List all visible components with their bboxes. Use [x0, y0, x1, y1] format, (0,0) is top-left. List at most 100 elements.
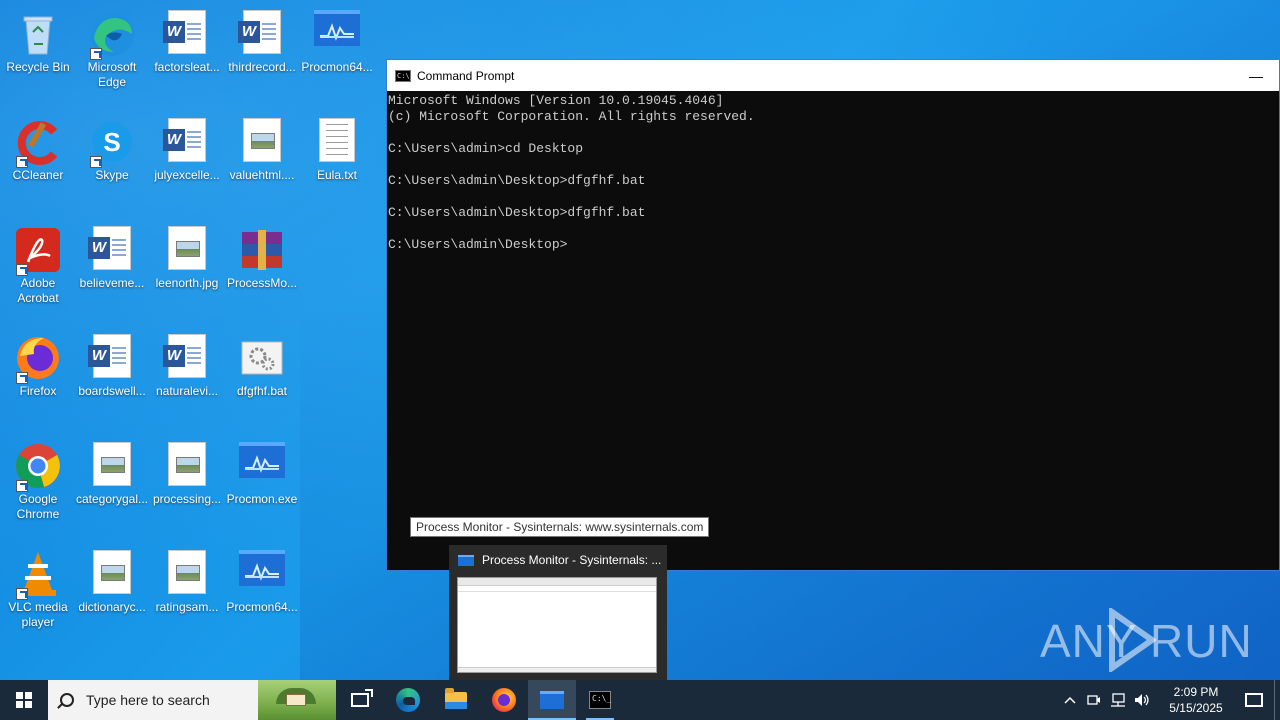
process-monitor-icon — [238, 442, 286, 490]
desktop-icon[interactable]: Wfactorsleat... — [149, 4, 225, 104]
desktop-icon[interactable]: ratingsam... — [149, 544, 225, 644]
clock-time: 2:09 PM — [1173, 685, 1219, 699]
desktop-icon[interactable]: leenorth.jpg — [149, 220, 225, 320]
desktop-icon[interactable]: Firefox — [0, 328, 76, 428]
desktop-icon-label: Eula.txt — [316, 168, 358, 182]
shortcut-arrow-icon — [16, 264, 28, 276]
word-document-icon: W — [163, 118, 211, 166]
action-center-button[interactable] — [1234, 680, 1274, 720]
desktop-icon[interactable]: dfgfhf.bat — [224, 328, 300, 428]
volume-icon[interactable] — [1130, 680, 1154, 720]
desktop-icon-label: leenorth.jpg — [155, 276, 219, 290]
desktop-icon[interactable]: Wthirdrecord... — [224, 4, 300, 104]
command-prompt-window[interactable]: C:\_ Command Prompt — Microsoft Windows … — [386, 59, 1280, 571]
desktop-icon[interactable]: processing... — [149, 436, 225, 536]
minimize-button[interactable]: — — [1233, 60, 1279, 91]
desktop-icon[interactable]: S Skype — [74, 112, 150, 212]
word-document-icon: W — [163, 10, 211, 58]
taskbar-cmd-button[interactable]: C:\_ — [576, 680, 624, 720]
taskbar-search-box[interactable]: Type here to search — [48, 680, 336, 720]
shortcut-arrow-icon — [16, 588, 28, 600]
cmd-window-title: Command Prompt — [417, 68, 515, 83]
desktop-icon[interactable]: categorygal... — [74, 436, 150, 536]
adobe-acrobat-icon — [14, 226, 62, 276]
start-button[interactable] — [0, 680, 48, 720]
cmd-title-bar[interactable]: C:\_ Command Prompt — — [387, 60, 1279, 91]
image-file-icon — [163, 550, 211, 598]
shortcut-arrow-icon — [16, 372, 28, 384]
preview-column-header — [458, 586, 656, 592]
taskbar: Type here to search C:\_ 2:09 PM 5/15/20… — [0, 680, 1280, 720]
search-highlight-image — [258, 680, 336, 720]
desktop-icon-label: ProcessMo... — [226, 276, 298, 290]
console-line: (c) Microsoft Corporation. All rights re… — [388, 109, 755, 124]
desktop-icon[interactable]: VLC media player — [0, 544, 76, 644]
windows-logo-icon — [16, 692, 32, 708]
preview-toolbar — [458, 578, 656, 586]
desktop-icon-label: Procmon64... — [226, 600, 298, 614]
console-line: Microsoft Windows [Version 10.0.19045.40… — [388, 93, 724, 108]
vlc-cone-icon — [14, 550, 62, 600]
ccleaner-icon — [14, 118, 62, 168]
desktop-icon[interactable]: Google Chrome — [0, 436, 76, 536]
desktop-icon[interactable]: CCleaner — [0, 112, 76, 212]
clock-date: 5/15/2025 — [1169, 701, 1223, 715]
console-output[interactable]: Microsoft Windows [Version 10.0.19045.40… — [387, 91, 1279, 253]
desktop-icon[interactable]: Procmon.exe — [224, 436, 300, 536]
desktop-icon[interactable]: Adobe Acrobat — [0, 220, 76, 320]
taskbar-clock[interactable]: 2:09 PM 5/15/2025 — [1158, 684, 1234, 716]
chevron-up-icon[interactable] — [1058, 680, 1082, 720]
meet-now-icon[interactable] — [1082, 680, 1106, 720]
winrar-archive-icon — [238, 226, 286, 274]
svg-text:S: S — [103, 127, 120, 157]
process-monitor-icon — [540, 691, 564, 709]
cmd-app-icon: C:\_ — [395, 69, 414, 82]
process-monitor-icon — [238, 550, 286, 598]
preview-status-bar — [458, 667, 656, 672]
taskbar-thumbnail-preview[interactable]: Process Monitor - Sysinternals: ... — [449, 545, 667, 680]
desktop-icon[interactable]: ProcessMo... — [224, 220, 300, 320]
watermark-right-text: RUN — [1150, 615, 1253, 667]
desktop-icon-label: Firefox — [19, 384, 57, 398]
desktop-icon[interactable]: Procmon64... — [299, 4, 375, 104]
firefox-icon — [14, 334, 62, 384]
edge-icon — [88, 10, 136, 60]
desktop-icon-label: valuehtml.... — [229, 168, 295, 182]
thumbnail-header: Process Monitor - Sysinternals: ... — [449, 545, 667, 575]
taskbar-file-explorer-button[interactable] — [432, 680, 480, 720]
desktop-icon[interactable]: Eula.txt — [299, 112, 375, 212]
taskbar-firefox-button[interactable] — [480, 680, 528, 720]
desktop-icon[interactable]: Wjulyexcelle... — [149, 112, 225, 212]
desktop-icon-label: Skype — [95, 168, 129, 182]
desktop-icon-label: Procmon64... — [301, 60, 373, 74]
network-icon[interactable] — [1106, 680, 1130, 720]
desktop-icon-label: Recycle Bin — [6, 60, 70, 74]
desktop-icon[interactable]: Wnaturalevi... — [149, 328, 225, 428]
task-view-icon — [351, 689, 373, 707]
desktop-icon[interactable]: Wbelieveme... — [74, 220, 150, 320]
command-prompt-icon: C:\_ — [589, 691, 611, 709]
shortcut-arrow-icon — [90, 156, 102, 168]
desktop-icon[interactable]: valuehtml.... — [224, 112, 300, 212]
desktop-icon[interactable]: Microsoft Edge — [74, 4, 150, 104]
desktop-icon[interactable]: Procmon64... — [224, 544, 300, 644]
desktop-icon[interactable]: dictionaryc... — [74, 544, 150, 644]
shortcut-arrow-icon — [16, 156, 28, 168]
desktop-icon-label: Microsoft Edge — [87, 60, 137, 89]
desktop-icon-label: boardswell... — [78, 384, 146, 398]
desktop-icon[interactable]: Wboardswell... — [74, 328, 150, 428]
taskbar-procmon-button[interactable] — [528, 680, 576, 720]
notification-icon — [1245, 693, 1263, 707]
desktop-icon[interactable]: Recycle Bin — [0, 4, 76, 104]
desktop-icon-label: dfgfhf.bat — [236, 384, 288, 398]
task-view-button[interactable] — [336, 680, 384, 720]
desktop-icon-label: thirdrecord... — [228, 60, 296, 74]
search-placeholder: Type here to search — [86, 692, 210, 708]
thumbnail-window-image[interactable] — [457, 577, 657, 673]
taskbar-edge-button[interactable] — [384, 680, 432, 720]
desktop-icon-label: dictionaryc... — [78, 600, 146, 614]
text-file-icon — [313, 118, 361, 166]
show-desktop-button[interactable] — [1274, 680, 1280, 720]
process-monitor-icon — [313, 10, 361, 58]
